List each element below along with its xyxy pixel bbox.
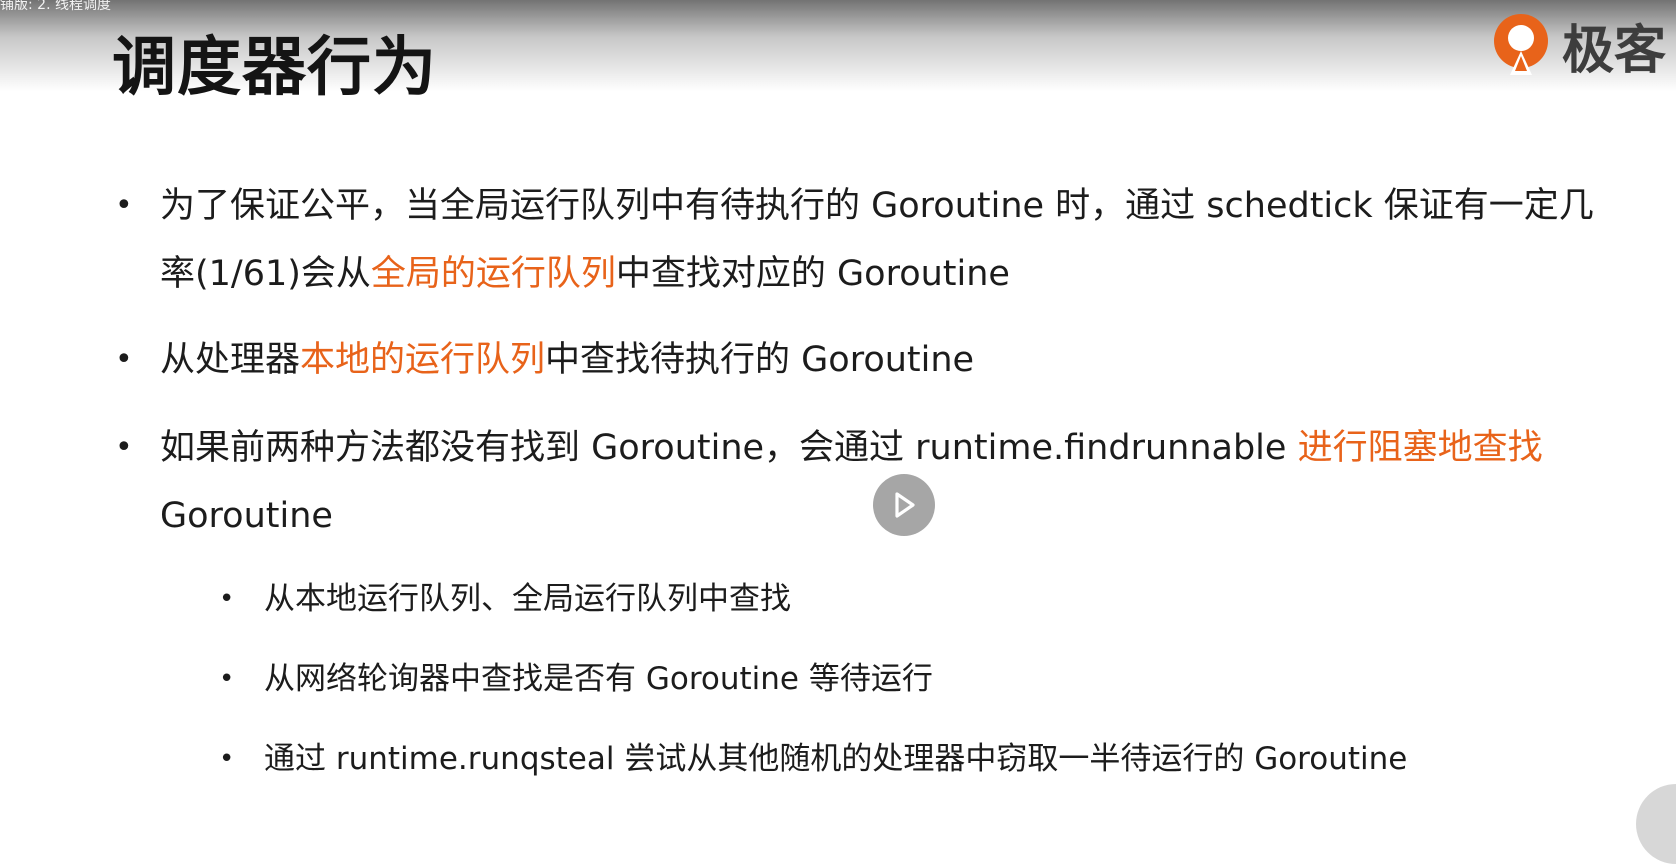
play-button[interactable] <box>873 474 935 536</box>
slide-content: • 为了保证公平，当全局运行队列中有待执行的 Goroutine 时，通过 sc… <box>0 0 1676 809</box>
sub-bullet-item: • 从网络轮询器中查找是否有 Goroutine 等待运行 <box>219 654 933 704</box>
sub-bullet-text: 从网络轮询器中查找是否有 Goroutine 等待运行 <box>264 661 933 697</box>
bullet-text: 中查找待执行的 Goroutine <box>545 340 975 380</box>
sub-bullet-text: 从本地运行队列、全局运行队列中查找 <box>264 581 791 617</box>
highlight-text: 进行阻塞地查找 <box>1297 428 1543 468</box>
bullet-dot: • <box>219 744 235 774</box>
bullet-item: • 从处理器本地的运行队列中查找待执行的 Goroutine <box>115 326 1600 394</box>
highlight-text: 本地的运行队列 <box>300 340 546 380</box>
highlight-text: 全局的运行队列 <box>370 254 616 294</box>
bullet-dot: • <box>219 664 235 694</box>
sub-bullet-text: 通过 runtime.runqsteal 尝试从其他随机的处理器中窃取一半待运行… <box>264 741 1408 777</box>
play-icon <box>895 492 915 518</box>
bullet-item: • 为了保证公平，当全局运行队列中有待执行的 Goroutine 时，通过 sc… <box>115 172 1600 308</box>
sub-bullet-item: • 通过 runtime.runqsteal 尝试从其他随机的处理器中窃取一半待… <box>219 734 1408 784</box>
video-caption: 铺版: 2. 线程调度 <box>0 0 111 13</box>
sub-bullet-item: • 从本地运行队列、全局运行队列中查找 <box>219 574 791 624</box>
bullet-text: 中查找对应的 Goroutine <box>615 254 1010 294</box>
bullet-text: 如果前两种方法都没有找到 Goroutine，会通过 runtime.findr… <box>160 428 1298 468</box>
bullet-dot: • <box>115 430 133 465</box>
bullet-dot: • <box>115 188 133 223</box>
bullet-dot: • <box>115 342 133 377</box>
bullet-text: Goroutine <box>160 496 333 536</box>
bullet-text: 从处理器 <box>160 340 301 380</box>
bullet-dot: • <box>219 584 235 614</box>
